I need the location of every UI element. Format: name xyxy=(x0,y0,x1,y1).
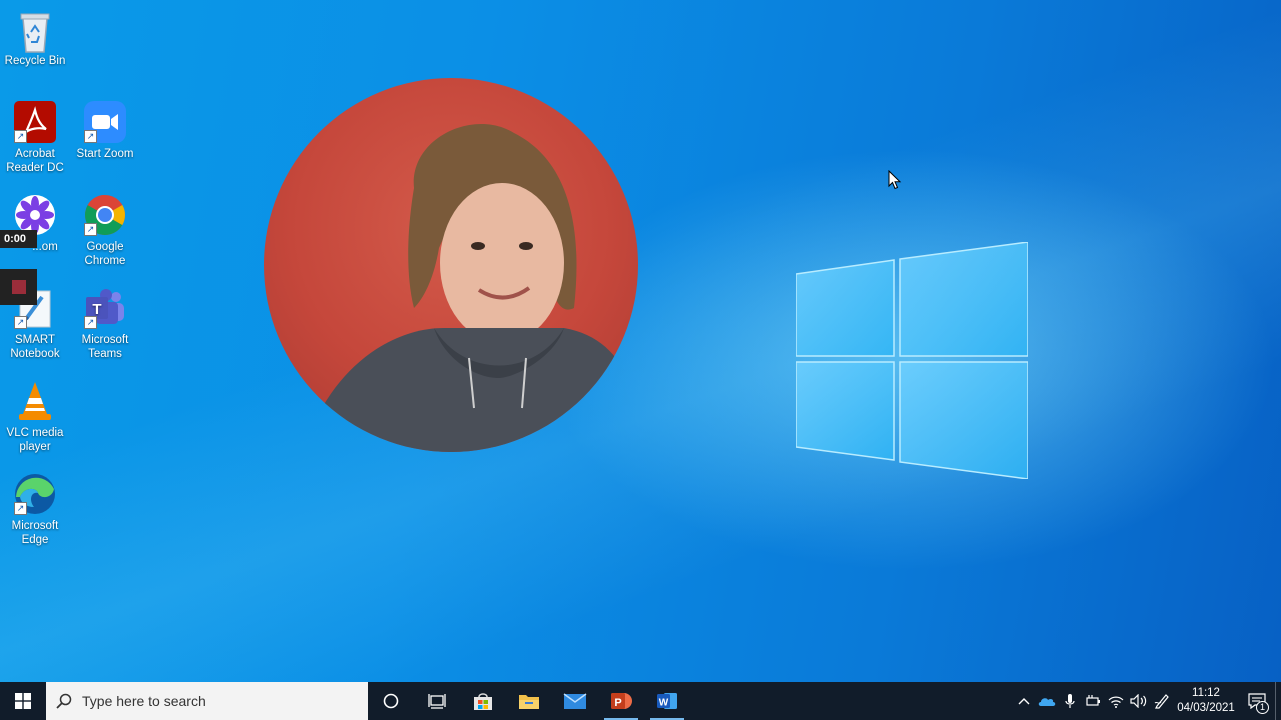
zoom-icon: ↗ xyxy=(84,101,126,143)
volume-tray-button[interactable] xyxy=(1127,682,1150,720)
desktop-icon-label: Start Zoom xyxy=(76,148,134,160)
chrome-icon: ↗ xyxy=(84,194,126,236)
desktop-icon-label: Google Chrome xyxy=(84,241,126,267)
svg-text:P: P xyxy=(614,697,621,709)
taskbar-powerpoint[interactable]: P xyxy=(598,682,644,720)
teams-icon: T ↗ xyxy=(84,287,126,329)
battery-tray-button[interactable] xyxy=(1081,682,1104,720)
wifi-icon xyxy=(1108,696,1123,708)
clock-date: 04/03/2021 xyxy=(1177,702,1235,714)
store-bag-icon xyxy=(474,693,492,710)
taskbar-microsoft-store[interactable] xyxy=(460,682,506,720)
pen-icon xyxy=(1154,694,1169,709)
shortcut-arrow-icon: ↗ xyxy=(14,316,27,329)
desktop-icon-google-chrome[interactable]: ↗ Google Chrome xyxy=(70,194,140,268)
shortcut-arrow-icon: ↗ xyxy=(84,130,97,143)
microphone-tray-button[interactable] xyxy=(1058,682,1081,720)
show-hidden-icons-button[interactable] xyxy=(1012,682,1035,720)
windows-start-icon xyxy=(15,693,31,709)
network-tray-button[interactable] xyxy=(1104,682,1127,720)
shortcut-arrow-icon: ↗ xyxy=(14,130,27,143)
show-desktop-button[interactable] xyxy=(1275,682,1281,720)
vlc-cone-icon xyxy=(14,380,56,422)
onedrive-cloud-icon xyxy=(1038,698,1055,706)
stop-icon xyxy=(11,280,26,294)
taskbar-clock[interactable]: 11:12 04/03/2021 xyxy=(1173,686,1239,716)
pen-workspace-tray-button[interactable] xyxy=(1150,682,1173,720)
desktop-icon-label: VLC media player xyxy=(6,427,64,453)
taskbar-file-explorer[interactable] xyxy=(506,682,552,720)
desktop-icon-label: Microsoft Teams xyxy=(81,334,129,360)
screen-recorder-widget: 0:00 xyxy=(0,230,37,305)
webcam-overlay xyxy=(264,78,638,452)
desktop-icon-label: SMART Notebook xyxy=(10,334,60,360)
system-tray: 11:12 04/03/2021 1 xyxy=(1012,682,1281,720)
speaker-icon xyxy=(1129,694,1146,708)
microphone-icon xyxy=(1064,694,1075,708)
cortana-circle-icon xyxy=(383,693,399,709)
taskbar-word[interactable]: W xyxy=(644,682,690,720)
chevron-up-icon xyxy=(1018,698,1029,705)
desktop-icon-label: Microsoft Edge xyxy=(11,520,59,546)
acrobat-reader-icon: ↗ xyxy=(14,101,56,143)
mouse-cursor-icon xyxy=(888,169,902,195)
start-button[interactable] xyxy=(0,682,46,720)
search-input[interactable] xyxy=(80,692,344,710)
wallpaper-light-beam xyxy=(0,0,1281,720)
search-icon xyxy=(56,693,72,709)
desktop-icon-microsoft-edge[interactable]: ↗ Microsoft Edge xyxy=(0,473,70,547)
desktop-icon-start-zoom[interactable]: ↗ Start Zoom xyxy=(70,101,140,161)
battery-plug-icon xyxy=(1085,695,1100,706)
word-icon: W xyxy=(657,693,677,709)
stop-recording-button[interactable] xyxy=(0,269,37,305)
wallpaper-windows-logo xyxy=(795,241,1029,480)
taskbar-mail[interactable] xyxy=(552,682,598,720)
desktop-icon-label: Acrobat Reader DC xyxy=(6,148,64,174)
powerpoint-icon: P xyxy=(611,693,632,709)
desktop-icon-acrobat-reader[interactable]: ↗ Acrobat Reader DC xyxy=(0,101,70,175)
onedrive-tray-button[interactable] xyxy=(1035,682,1058,720)
svg-text:W: W xyxy=(659,698,669,709)
taskbar-search-box[interactable] xyxy=(46,682,368,720)
recycle-bin-icon xyxy=(14,8,56,53)
desktop-icon-label: Recycle Bin xyxy=(4,55,66,67)
shortcut-arrow-icon: ↗ xyxy=(84,223,97,236)
shortcut-arrow-icon: ↗ xyxy=(14,502,27,515)
task-view-button[interactable] xyxy=(414,682,460,720)
desktop-icon-microsoft-teams[interactable]: T ↗ Microsoft Teams xyxy=(70,287,140,361)
notification-count-badge: 1 xyxy=(1256,701,1269,714)
desktop-icon-recycle-bin[interactable]: Recycle Bin xyxy=(0,8,70,68)
webcam-person-image xyxy=(304,124,638,452)
recording-timer: 0:00 xyxy=(0,230,37,248)
action-center-button[interactable]: 1 xyxy=(1239,682,1275,720)
shortcut-arrow-icon: ↗ xyxy=(84,316,97,329)
mail-envelope-icon xyxy=(563,693,587,709)
clock-time: 11:12 xyxy=(1192,687,1220,699)
desktop-icon-vlc[interactable]: VLC media player xyxy=(0,380,70,454)
folder-icon xyxy=(519,695,539,709)
task-view-icon xyxy=(428,694,446,709)
taskbar: P W xyxy=(0,682,1281,720)
edge-icon: ↗ xyxy=(14,473,56,515)
cortana-button[interactable] xyxy=(368,682,414,720)
